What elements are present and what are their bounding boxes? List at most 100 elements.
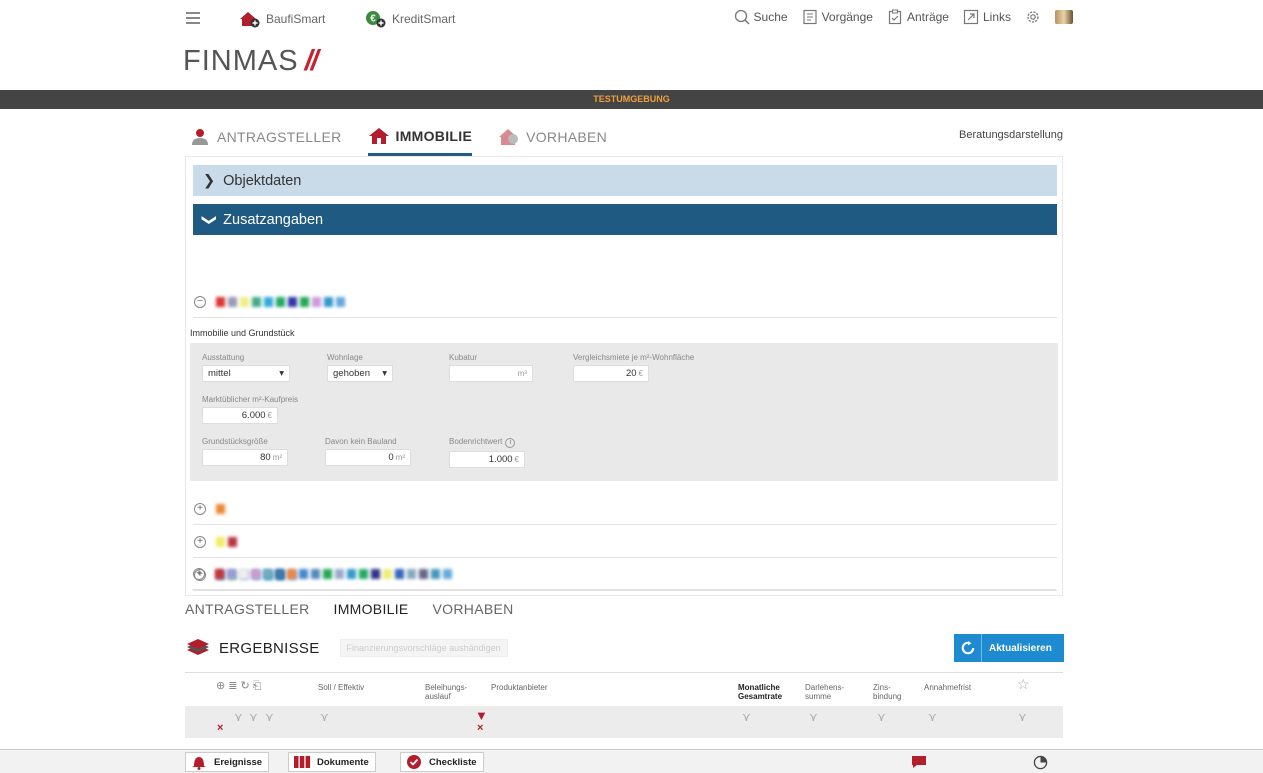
user-avatar[interactable]	[1055, 10, 1073, 24]
expand-icon[interactable]: +	[194, 535, 206, 548]
baufismart-label: BaufiSmart	[266, 12, 326, 26]
chat-icon	[912, 756, 926, 768]
col-beleihung-line2: auslauf	[425, 692, 451, 701]
timer-button[interactable]	[1016, 752, 1064, 772]
tab2-immobilie[interactable]: IMMOBILIE	[334, 601, 409, 617]
collapse-icon[interactable]: −	[194, 295, 206, 308]
handout-button[interactable]: Finanzierungsvorschläge aushändigen	[339, 639, 508, 657]
nav-suche[interactable]: Suche	[734, 9, 788, 25]
dokumente-button[interactable]: Dokumente	[288, 752, 376, 772]
house-coin-icon	[499, 129, 519, 145]
tab2-vorhaben[interactable]: VORHABEN	[433, 601, 514, 617]
kein-bauland-input[interactable]: 0 m²	[325, 449, 411, 466]
grundstueck-input[interactable]: 80 m²	[202, 449, 288, 466]
filter-active-icon[interactable]: ▼	[475, 708, 488, 723]
results-filter-row: ⋎ ⋎ ⋎ × ⋎ ▼ × ⋎ ⋎ ⋎ ⋎ ⋎	[185, 706, 1063, 738]
tab-vorhaben[interactable]: VORHABEN	[498, 118, 607, 156]
top-header: BaufiSmart € KreditSmart FINMAS// Suche …	[0, 0, 1263, 90]
blurred-feature-icons	[215, 568, 452, 579]
expand-section-row-1[interactable]: +	[193, 493, 1057, 525]
kreditsmart-link[interactable]: € KreditSmart	[364, 10, 455, 28]
info-icon[interactable]: i	[505, 438, 516, 448]
kaufpreis-input[interactable]: 6.000 €	[202, 407, 278, 424]
nav-antraege[interactable]: Anträge	[887, 9, 949, 25]
collapse-section-row[interactable]: −	[193, 286, 1057, 318]
ausstattung-select[interactable]: mittel ▾	[202, 365, 290, 382]
zusatzangaben-accordion[interactable]: ❯ Zusatzangaben	[193, 204, 1057, 235]
refresh-small-icon[interactable]: ↻	[240, 680, 252, 692]
col-monatlich-line1: Monatliche	[738, 683, 780, 692]
ereignisse-button[interactable]: Ereignisse	[185, 752, 270, 772]
nav-vorgaenge[interactable]: Vorgänge	[802, 9, 873, 25]
nav-links[interactable]: Links	[963, 9, 1011, 25]
ausstattung-label: Ausstattung	[202, 353, 245, 362]
filter-icon[interactable]: ⋎	[249, 710, 258, 724]
expand-section-row-4[interactable]: +	[192, 558, 1056, 590]
filter-icon[interactable]: ⋎	[234, 710, 243, 724]
col-produktanbieter[interactable]: Produktanbieter	[491, 683, 547, 692]
expand-icon[interactable]: +	[194, 502, 206, 515]
filter-icon[interactable]: ⋎	[1018, 710, 1027, 724]
main-frame: ANTRAGSTELLER IMMOBILIE VORHABEN Beratun…	[185, 118, 1063, 596]
bell-icon	[192, 757, 206, 770]
objektdaten-accordion[interactable]: ❯ Objektdaten	[193, 165, 1057, 196]
baufismart-link[interactable]: BaufiSmart	[238, 10, 325, 28]
filter-icon[interactable]: ⋎	[928, 710, 937, 724]
document-small-icon[interactable]: ⎗	[253, 680, 265, 692]
expand-icon[interactable]: +	[193, 567, 205, 580]
tab-immobilie-label: IMMOBILIE	[395, 127, 473, 144]
kubatur-input[interactable]: m³	[449, 365, 533, 382]
person-icon	[192, 129, 208, 145]
clear-filter-icon[interactable]: ×	[477, 722, 483, 734]
refresh-label: Aktualisieren	[989, 642, 1052, 654]
filter-icon[interactable]: ⋎	[742, 710, 751, 724]
blurred-feature-icons	[216, 296, 345, 307]
tab-immobilie[interactable]: IMMOBILIE	[367, 118, 473, 156]
wohnlage-select[interactable]: gehoben ▾	[327, 365, 393, 382]
bottom-toolbar: Ereignisse Dokumente Checkliste	[0, 749, 1263, 773]
bodenrichtwert-input[interactable]: 1.000 €	[449, 451, 525, 468]
add-circle-icon[interactable]: ⊕	[216, 680, 228, 692]
kubatur-unit: m³	[517, 369, 527, 378]
kaufpreis-unit: €	[267, 411, 272, 420]
expand-section-row-2[interactable]: +	[193, 526, 1057, 558]
tab2-antragsteller[interactable]: ANTRAGSTELLER	[185, 601, 310, 617]
filter-icon[interactable]: ⋎	[877, 710, 886, 724]
settings-button[interactable]	[1025, 9, 1041, 25]
results-header: ERGEBNISSE Finanzierungsvorschläge aushä…	[185, 638, 508, 658]
ausstattung-field: Ausstattung mittel ▾	[202, 353, 290, 382]
col-annahmefrist[interactable]: Annahmefrist	[924, 683, 971, 692]
vergleichsmiete-unit: €	[638, 369, 643, 378]
tab-antragsteller[interactable]: ANTRAGSTELLER	[189, 118, 342, 156]
col-darlehen-line1: Darlehens-	[805, 683, 845, 692]
content-panel: ❯ Objektdaten ❯ Zusatzangaben − Immobili…	[185, 156, 1063, 596]
filter-icon[interactable]: ⋎	[809, 710, 818, 724]
chat-button[interactable]	[895, 752, 943, 772]
refresh-button[interactable]: Aktualisieren	[954, 634, 1064, 662]
finmas-logo[interactable]: FINMAS//	[183, 45, 319, 78]
col-zinsbindung[interactable]: Zins-bindung	[873, 683, 901, 701]
nav-antraege-label: Anträge	[906, 10, 949, 24]
col-soll-effektiv[interactable]: Soll / Effektiv	[318, 683, 364, 692]
filter-icon[interactable]: ⋎	[320, 710, 329, 724]
vergleichsmiete-input[interactable]: 20 €	[573, 365, 649, 382]
grundstueck-label: Grundstücksgröße	[202, 437, 268, 446]
grundstueck-unit: m²	[272, 453, 282, 462]
col-monatliche-gesamtrate[interactable]: Monatliche Gesamtrate	[738, 683, 782, 701]
kein-bauland-unit: m²	[395, 453, 405, 462]
col-beleihungsauslauf[interactable]: Beleihungs-auslauf	[425, 683, 467, 701]
ereignisse-label: Ereignisse	[214, 756, 263, 768]
checkliste-button[interactable]: Checkliste	[400, 752, 484, 772]
kaufpreis-value: 6.000	[241, 410, 266, 421]
filter-icon[interactable]: ⋎	[265, 710, 274, 724]
objektdaten-label: Objektdaten	[223, 172, 302, 189]
stack-small-icon[interactable]: ≣	[228, 680, 240, 692]
beratungsdarstellung-link[interactable]: Beratungsdarstellung	[959, 129, 1063, 141]
clock-pie-icon	[1033, 755, 1047, 769]
gear-icon	[1027, 11, 1039, 23]
clear-filter-icon[interactable]: ×	[217, 722, 223, 734]
star-icon[interactable]: ☆	[1017, 677, 1030, 691]
blurred-feature-icons	[216, 503, 225, 514]
col-darlehenssumme[interactable]: Darlehens-summe	[805, 683, 844, 701]
menu-icon[interactable]	[186, 12, 200, 24]
